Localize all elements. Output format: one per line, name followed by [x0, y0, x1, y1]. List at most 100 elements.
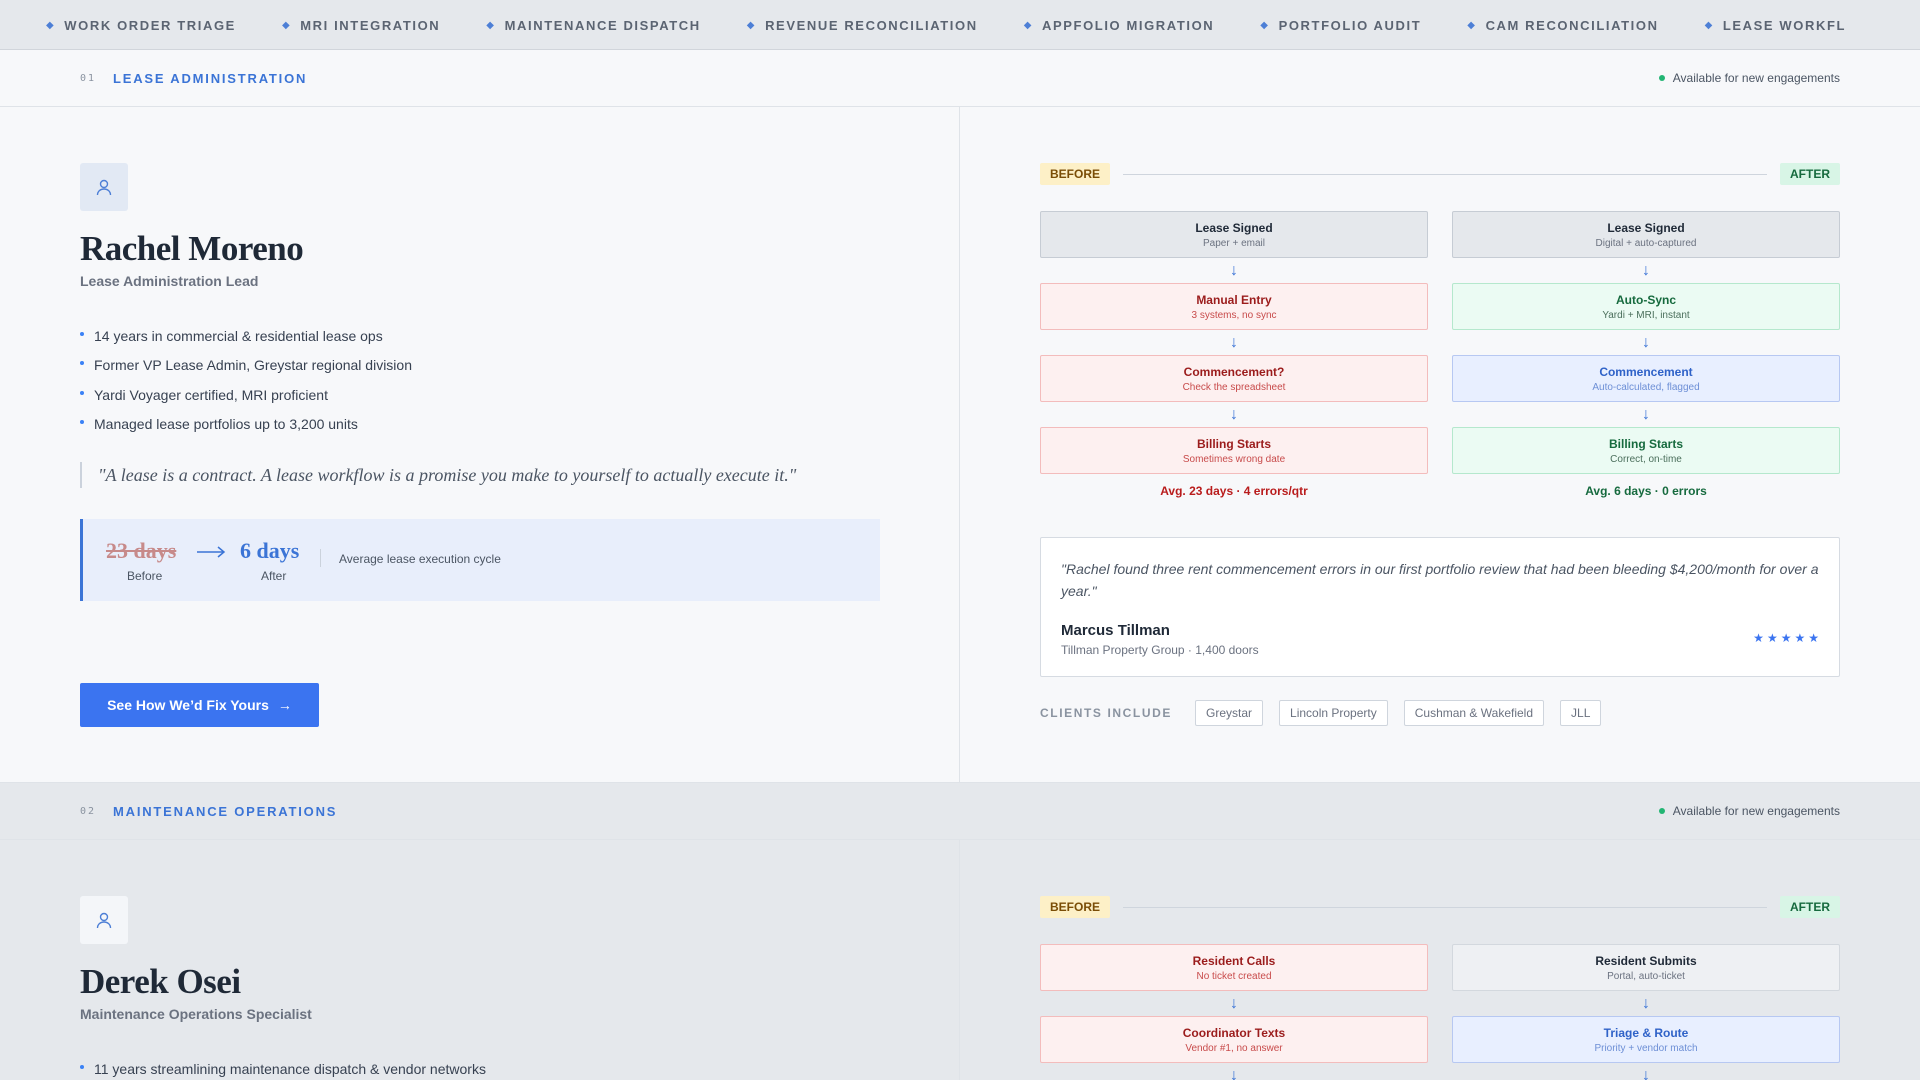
- step-subtitle: Portal, auto-ticket: [1607, 970, 1685, 982]
- workflow-step: Billing Starts Sometimes wrong date: [1040, 427, 1428, 474]
- step-subtitle: Vendor #1, no answer: [1185, 1042, 1283, 1054]
- after-badge: AFTER: [1780, 896, 1840, 918]
- section-title: LEASE ADMINISTRATION: [113, 70, 308, 86]
- ticker-bar: ◆ WORK ORDER TRIAGE ◆ MRI INTEGRATION ◆ MAINT…: [0, 0, 1920, 50]
- person-name: Rachel Moreno: [80, 229, 304, 268]
- ticker-label: APPFOLIO MIGRATION: [1042, 17, 1215, 33]
- panel-divider: [959, 840, 960, 1080]
- section-title: MAINTENANCE OPERATIONS: [113, 803, 338, 819]
- metric-before-label: Before: [127, 569, 163, 583]
- step-subtitle: Check the spreadsheet: [1182, 381, 1286, 393]
- list-item: Managed lease portfolios up to 3,200 uni…: [80, 410, 412, 440]
- arrow-down-icon: ↓: [1230, 405, 1238, 423]
- before-badge: BEFORE: [1040, 163, 1111, 185]
- arrow-down-icon: ↓: [1642, 994, 1650, 1012]
- testimonial-author: Marcus Tillman: [1061, 622, 1170, 639]
- star-icon: ★: [1808, 631, 1819, 645]
- step-title: Lease Signed: [1607, 220, 1685, 235]
- step-subtitle: Correct, on-time: [1610, 453, 1682, 465]
- diamond-icon: ◆: [46, 19, 56, 31]
- step-title: Lease Signed: [1195, 220, 1273, 235]
- step-title: Auto-Sync: [1616, 292, 1676, 307]
- rating-stars: ★ ★ ★ ★ ★: [1753, 631, 1819, 645]
- arrow-right-icon: →: [277, 697, 292, 713]
- see-how-we-fix-button[interactable]: See How We’d Fix Yours →: [80, 683, 319, 727]
- step-title: Commencement?: [1183, 364, 1285, 379]
- testimonial-quote: "Rachel found three rent commencement er…: [1061, 561, 1819, 599]
- workflow-step: Billing Starts Correct, on-time: [1452, 427, 1840, 474]
- ticker-label: WORK ORDER TRIAGE: [64, 17, 236, 33]
- bullet-icon: [80, 1064, 84, 1069]
- profile-panel-rachel-moreno: Rachel Moreno Lease Administration Lead …: [0, 107, 1920, 783]
- cta-label: See How We’d Fix Yours: [107, 697, 269, 713]
- testimonial-organization: Tillman Property Group · 1,400 doors: [1061, 643, 1259, 657]
- workflow-summary: Avg. 6 days · 0 errors: [1585, 484, 1707, 498]
- step-subtitle: Sometimes wrong date: [1182, 453, 1286, 465]
- arrow-down-icon: ↓: [1642, 333, 1650, 351]
- step-subtitle: Paper + email: [1203, 237, 1265, 249]
- before-after-rule: [1123, 174, 1767, 175]
- metric-card: 23 days Before 6 days After Average leas…: [80, 519, 880, 601]
- star-icon: ★: [1766, 631, 1778, 645]
- availability-status: Available for new engagements: [1658, 71, 1840, 85]
- user-icon: [96, 912, 112, 929]
- step-title: Resident Submits: [1595, 953, 1697, 968]
- clients-row: CLIENTS INCLUDE Greystar Lincoln Property…: [1040, 700, 1617, 726]
- step-subtitle: Priority + vendor match: [1594, 1042, 1698, 1054]
- metric-separator: [320, 549, 321, 567]
- diamond-icon: ◆: [1467, 19, 1477, 31]
- step-subtitle: No ticket created: [1196, 970, 1272, 982]
- ticker-item: ◆ REVENUE RECONCILIATION: [747, 18, 978, 33]
- ticker-label: CAM RECONCILIATION: [1485, 17, 1659, 33]
- ticker-item: ◆ MRI INTEGRATION: [282, 18, 440, 33]
- workflow-step: Resident Calls No ticket created: [1040, 944, 1428, 991]
- ticker-item: ◆ WORK ORDER TRIAGE: [46, 18, 236, 33]
- workflow-step: Manual Entry 3 systems, no sync: [1040, 283, 1428, 330]
- metric-before-value: 23 days: [106, 538, 177, 563]
- step-subtitle: Yardi + MRI, instant: [1602, 309, 1690, 321]
- step-title: Commencement: [1599, 364, 1693, 379]
- person-quote: "A lease is a contract. A lease workflow…: [80, 462, 880, 488]
- before-after-rule: [1123, 907, 1767, 908]
- step-subtitle: Digital + auto-captured: [1595, 237, 1697, 249]
- after-workflow: Lease Signed Digital + auto-captured ↓ Auto…: [1452, 211, 1840, 498]
- ticker-item: ◆ CAM RECONCILIATION: [1467, 18, 1658, 33]
- star-icon: ★: [1780, 631, 1792, 645]
- client-chip: JLL: [1560, 700, 1602, 726]
- before-badge: BEFORE: [1040, 896, 1111, 918]
- arrow-down-icon: ↓: [1642, 261, 1650, 279]
- step-title: Resident Calls: [1192, 953, 1276, 968]
- ticker-item: ◆ PORTFOLIO AUDIT: [1260, 18, 1421, 33]
- bullet-icon: [80, 361, 84, 366]
- ticker-label: MRI INTEGRATION: [300, 17, 441, 33]
- list-item-text: Former VP Lease Admin, Greystar regional…: [94, 357, 412, 374]
- ticker-label: REVENUE RECONCILIATION: [765, 17, 978, 33]
- after-workflow: Resident Submits Portal, auto-ticket ↓ Tria…: [1452, 944, 1840, 1080]
- panel-divider: [959, 107, 960, 782]
- step-title: Coordinator Texts: [1182, 1025, 1286, 1040]
- credentials-list: 11 years streamlining maintenance dispat…: [80, 1054, 486, 1080]
- status-dot-icon: [1658, 75, 1665, 81]
- arrow-down-icon: ↓: [1230, 333, 1238, 351]
- star-icon: ★: [1753, 631, 1764, 645]
- workflow-summary: Avg. 23 days · 4 errors/qtr: [1160, 484, 1308, 498]
- star-icon: ★: [1794, 631, 1806, 645]
- client-chip: Cushman & Wakefield: [1403, 700, 1545, 726]
- list-item: 11 years streamlining maintenance dispat…: [80, 1054, 486, 1080]
- metric-after-label: After: [261, 569, 287, 583]
- list-item: Yardi Voyager certified, MRI proficient: [80, 380, 412, 410]
- bullet-icon: [80, 331, 84, 336]
- ticker-item: ◆ APPFOLIO MIGRATION: [1024, 18, 1215, 33]
- step-subtitle: Auto-calculated, flagged: [1592, 381, 1700, 393]
- ticker-label: LEASE WORKFL: [1722, 17, 1847, 33]
- list-item: 14 years in commercial & residential lea…: [80, 321, 412, 351]
- diamond-icon: ◆: [1260, 19, 1270, 31]
- status-dot-icon: [1658, 808, 1665, 814]
- before-after-header: BEFORE AFTER: [1040, 896, 1840, 918]
- ticker-label: MAINTENANCE DISPATCH: [504, 17, 701, 33]
- person-role: Lease Administration Lead: [80, 273, 259, 289]
- workflow-step: Commencement? Check the spreadsheet: [1040, 355, 1428, 402]
- credentials-list: 14 years in commercial & residential lea…: [80, 321, 412, 439]
- diamond-icon: ◆: [1023, 19, 1033, 31]
- arrow-down-icon: ↓: [1642, 405, 1650, 423]
